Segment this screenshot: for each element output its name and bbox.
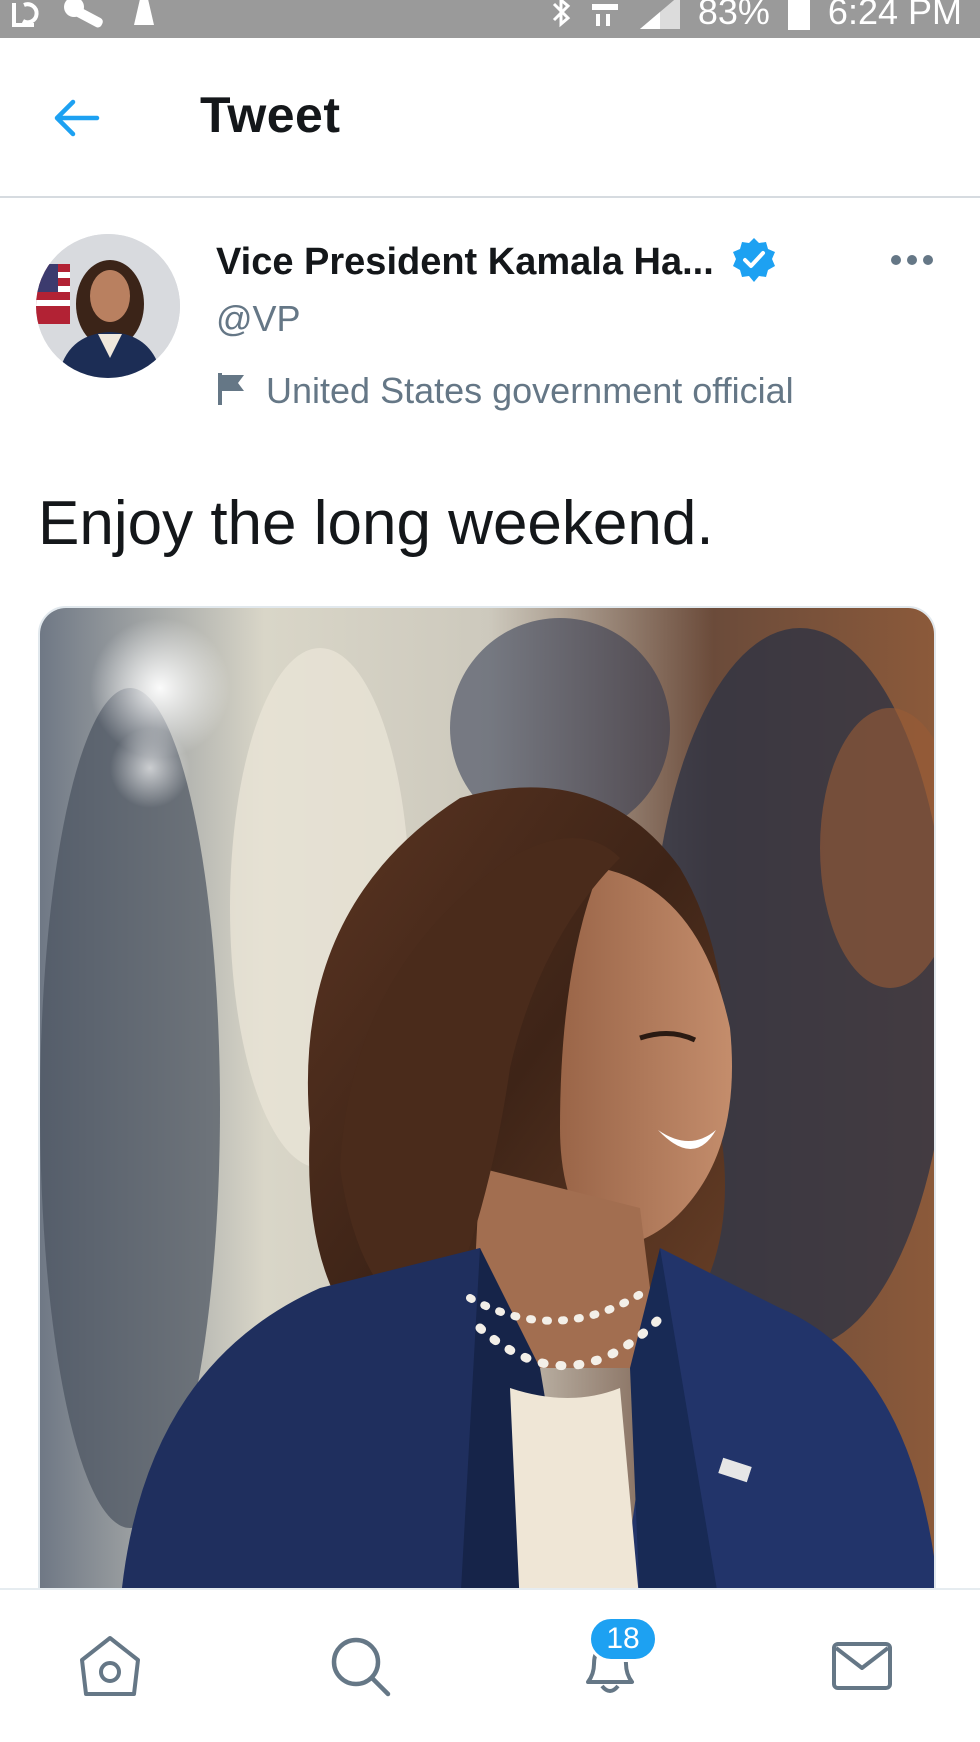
back-button[interactable] [44,88,108,152]
flag-background-icon [36,264,70,324]
author-display-name[interactable]: Vice President Kamala Ha... [216,241,714,284]
tweet-author: Vice President Kamala Ha... @VP United S… [0,200,980,440]
arrow-left-icon [51,98,101,143]
nav-search[interactable] [316,1624,404,1712]
data-icon [588,0,622,30]
battery-percentage: 83% [697,0,770,32]
page-title: Tweet [200,87,341,143]
tweet-media[interactable] [38,606,936,1606]
tweet-text: Enjoy the long weekend. [38,489,714,558]
flag-icon [216,371,248,412]
header: Tweet [0,38,980,198]
government-label[interactable]: United States government official [216,370,794,412]
author-name-row: Vice President Kamala Ha... [216,236,778,289]
government-label-text: United States government official [266,370,794,411]
signal-icon [638,0,682,31]
nav-messages[interactable] [818,1624,906,1712]
more-icon [890,253,934,271]
bottom-navigation: 18 [0,1588,980,1742]
messages-icon [826,1630,898,1707]
notification-count-badge: 18 [588,1616,658,1662]
clock: 6:24 PM [827,0,962,32]
wrench-icon [62,0,112,31]
status-bar: 83% 6:24 PM [0,0,980,38]
author-handle[interactable]: @VP [216,298,301,340]
more-options-button[interactable] [884,242,940,282]
avatar[interactable] [36,234,180,378]
search-icon [324,1630,396,1707]
verified-badge-icon [730,236,778,289]
battery-icon [786,0,812,32]
status-bar-right: 83% 6:24 PM [550,0,962,38]
notification-icon [130,0,158,31]
status-bar-left [10,0,158,38]
refresh-icon [10,0,44,29]
nav-home[interactable] [66,1624,154,1712]
home-icon [74,1630,146,1707]
bluetooth-icon [550,0,572,30]
